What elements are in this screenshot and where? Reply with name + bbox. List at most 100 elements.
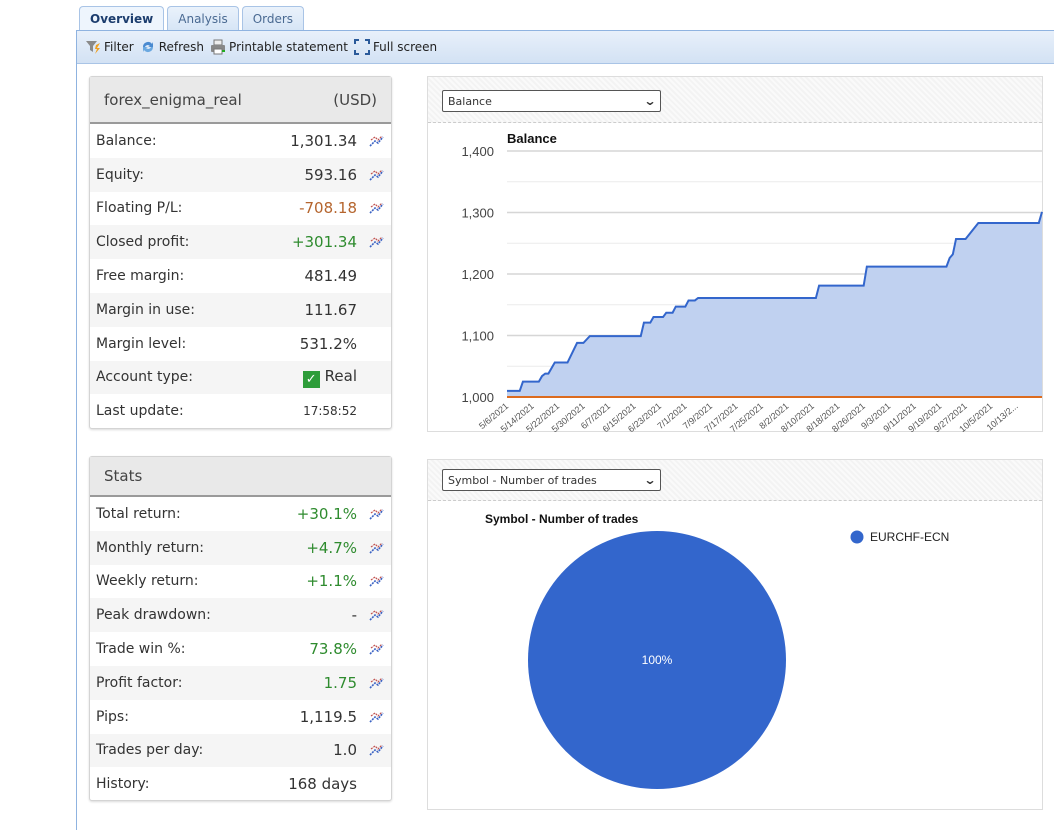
row-label: Account type:: [96, 369, 193, 386]
y-tick-label: 1,300: [461, 206, 494, 221]
refresh-label: Refresh: [158, 40, 205, 54]
y-tick-label: 1,400: [461, 144, 494, 159]
row-value: 481.49: [247, 267, 358, 285]
stat-row: Last update: 17:58:52: [90, 394, 391, 428]
row-value: +4.7%: [247, 539, 357, 557]
chart-icon[interactable]: [369, 134, 385, 148]
pie-title: Symbol - Number of trades: [485, 512, 639, 526]
pie-chart: Symbol - Number of trades 100% EURCHF-ECN: [485, 512, 949, 789]
chart-icon[interactable]: [369, 676, 385, 690]
stat-row: Margin in use: 111.67: [90, 292, 391, 327]
icon-slot: [357, 608, 385, 622]
stat-row: Margin level: 531.2%: [90, 327, 391, 361]
legend-label[interactable]: EURCHF-ECN: [870, 530, 949, 544]
filter-button[interactable]: Filter: [85, 39, 134, 55]
stat-row: Equity: 593.16: [90, 157, 391, 192]
y-tick-label: 1,100: [461, 329, 494, 344]
row-label: Pips:: [96, 708, 129, 725]
row-value: -708.18: [247, 199, 357, 217]
tab-orders[interactable]: Orders: [241, 6, 305, 31]
legend-marker: [850, 530, 864, 544]
row-label: Balance:: [96, 132, 157, 149]
row-label: Peak drawdown:: [96, 607, 211, 624]
stats-title: Stats: [104, 467, 143, 485]
tab-analysis[interactable]: Analysis: [167, 6, 239, 31]
row-value-text: +4.7%: [306, 538, 357, 557]
chart-icon[interactable]: [369, 608, 385, 622]
row-value: 73.8%: [247, 640, 357, 658]
row-value-text: 1,119.5: [299, 707, 357, 726]
refresh-icon: [142, 42, 153, 52]
row-value: 168 days: [247, 775, 357, 793]
row-value: 1,301.34: [247, 132, 357, 150]
account-currency: (USD): [333, 90, 377, 109]
chart-icon[interactable]: [369, 710, 385, 724]
chart-icon[interactable]: [369, 201, 385, 215]
stat-row: Trade win %: 73.8%: [90, 632, 391, 666]
chart-icon[interactable]: [369, 235, 385, 249]
chart-icon[interactable]: [369, 642, 385, 656]
filter-label: Filter: [104, 40, 134, 54]
row-value-text: 168 days: [288, 775, 357, 794]
full-screen-button[interactable]: Full screen: [353, 39, 438, 55]
row-value-text: Real: [324, 366, 357, 385]
icon-slot: [357, 134, 385, 148]
row-label: Margin level:: [96, 335, 187, 352]
account-name: forex_enigma_real: [104, 90, 242, 109]
row-value-text: 73.8%: [309, 640, 357, 659]
chevron-down-icon: ⌄: [643, 473, 657, 487]
stat-row: Account type: ✓ Real: [90, 360, 391, 395]
row-value-text: +301.34: [291, 233, 357, 252]
icon-slot: [357, 676, 385, 690]
filter-icon: [86, 41, 100, 54]
icon-slot: [357, 168, 385, 182]
row-label: Trades per day:: [96, 742, 204, 759]
checkmark-icon: ✓: [302, 370, 320, 388]
stat-row: Closed profit: +301.34: [90, 225, 391, 260]
chart-type-select[interactable]: Balance ⌄: [442, 90, 661, 112]
stat-row: History: 168 days: [90, 767, 391, 801]
printable-statement-button[interactable]: Printable statement: [210, 39, 348, 55]
icon-slot: [357, 743, 385, 757]
full-screen-label: Full screen: [372, 40, 438, 54]
row-label: Trade win %:: [96, 641, 186, 658]
stat-row: Profit factor: 1.75: [90, 665, 391, 700]
row-label: Closed profit:: [96, 234, 190, 251]
refresh-button[interactable]: Refresh: [140, 39, 204, 55]
row-value: +301.34: [247, 233, 357, 251]
printer-icon: [211, 39, 226, 55]
stat-row: Pips: 1,119.5: [90, 700, 391, 734]
row-value-text: 531.2%: [299, 334, 357, 353]
pie-chart-panel: Symbol - Number of trades ⌄ Symbol - Numb…: [427, 459, 1043, 810]
row-value: ✓ Real: [247, 367, 357, 388]
pie-type-selected: Symbol - Number of trades: [448, 473, 597, 487]
row-label: Weekly return:: [96, 573, 199, 590]
row-value: 1.0: [247, 741, 357, 759]
row-value-text: +1.1%: [306, 572, 357, 591]
row-value-text: 1.75: [323, 673, 357, 692]
chart-icon[interactable]: [369, 168, 385, 182]
y-tick-label: 1,000: [461, 390, 494, 405]
row-label: Last update:: [96, 403, 184, 420]
row-label: Total return:: [96, 505, 181, 522]
icon-slot: [357, 541, 385, 555]
tab-overview[interactable]: Overview: [79, 6, 165, 32]
account-header: forex_enigma_real (USD): [90, 77, 391, 124]
chart-icon[interactable]: [369, 541, 385, 555]
pie-type-select[interactable]: Symbol - Number of trades ⌄: [442, 469, 661, 491]
row-value: -: [247, 606, 357, 624]
row-value: 111.67: [247, 301, 358, 319]
row-label: Monthly return:: [96, 539, 205, 556]
pie-slice-label: 100%: [642, 653, 673, 667]
stats-header: Stats: [90, 457, 391, 497]
chart-title: Balance: [507, 131, 557, 146]
chart-icon[interactable]: [369, 743, 385, 757]
chart-icon[interactable]: [369, 574, 385, 588]
balance-chart-panel: Balance ⌄ 1,000 1,100 1,200 1,300 1,400 Balanc…: [427, 76, 1043, 432]
row-value: 17:58:52: [247, 404, 357, 418]
row-value-text: -708.18: [299, 199, 357, 218]
y-tick-label: 1,200: [461, 267, 494, 282]
row-value-text: +30.1%: [296, 504, 357, 523]
chart-icon[interactable]: [369, 507, 385, 521]
icon-slot: [357, 710, 385, 724]
